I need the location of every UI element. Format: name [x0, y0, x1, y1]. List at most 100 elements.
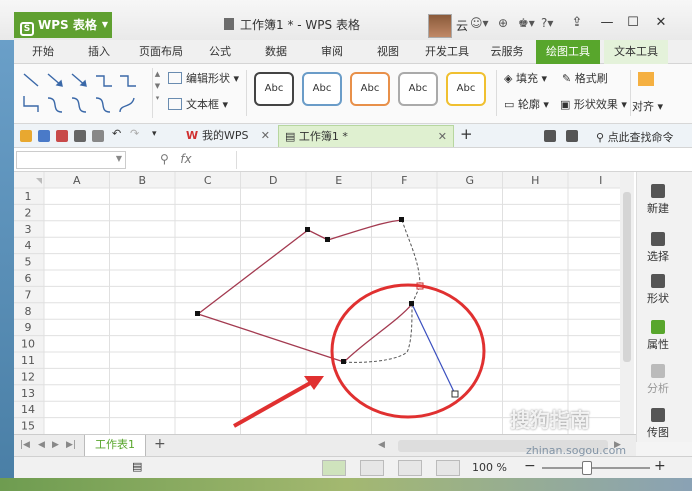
zoom-slider[interactable]	[542, 467, 650, 469]
page-break-view-button[interactable]	[360, 460, 384, 476]
row-header[interactable]: 14	[21, 403, 35, 416]
shape-gallery[interactable]	[20, 68, 152, 118]
undo-icon[interactable]: ↶	[112, 127, 124, 140]
column-header[interactable]: D	[269, 174, 277, 187]
wps-menu-button[interactable]: S WPS 表格 ▼	[14, 12, 112, 38]
vertex-handle[interactable]	[195, 311, 200, 316]
close-button[interactable]: ✕	[650, 13, 672, 33]
shape-style-5[interactable]: Abc	[446, 72, 486, 106]
row-header[interactable]: 5	[25, 256, 32, 269]
first-sheet-icon[interactable]: |◀	[20, 440, 30, 450]
freeform-shape[interactable]	[195, 217, 459, 398]
vertex-handle[interactable]	[305, 227, 310, 232]
text-box-button[interactable]: 文本框 ▾	[168, 96, 228, 112]
tab-my-wps[interactable]: W 我的WPS ✕	[180, 125, 276, 147]
side-upload-image-button[interactable]: 传图	[641, 408, 675, 440]
tab-workbook[interactable]: ▤ 工作簿1 * ✕	[278, 125, 454, 147]
tab-text-tools[interactable]: 文本工具	[604, 40, 668, 64]
row-header[interactable]: 8	[25, 305, 32, 318]
zoom-out-icon[interactable]: −	[524, 458, 536, 474]
share-icon[interactable]: ⇪	[566, 13, 588, 33]
redo-icon[interactable]: ↷	[130, 127, 142, 140]
reading-view-button[interactable]	[436, 460, 460, 476]
gallery-scroll[interactable]: ▲ ▼ ▾	[152, 68, 162, 118]
status-sheet-icon[interactable]: ▤	[132, 460, 150, 476]
next-sheet-icon[interactable]: ▶	[52, 440, 59, 450]
shape-style-3[interactable]: Abc	[350, 72, 390, 106]
zoom-slider-thumb[interactable]	[582, 461, 592, 475]
spreadsheet-grid[interactable]: ABCDEFGHI 1 2 3 4 5 6 7 8 9 10 11 12 13 14 15	[14, 172, 636, 434]
row-header[interactable]: 9	[25, 321, 32, 334]
column-header[interactable]: E	[335, 174, 342, 187]
add-sheet-icon[interactable]: +	[154, 436, 166, 452]
vertex-handle[interactable]	[341, 359, 346, 364]
column-header[interactable]: H	[531, 174, 539, 187]
column-header[interactable]: B	[138, 174, 146, 187]
bezier-control-handle[interactable]	[451, 390, 459, 398]
tab-view[interactable]: 视图	[366, 40, 410, 64]
row-header[interactable]: 11	[21, 354, 35, 367]
outline-button[interactable]: ▭ 轮廓 ▾	[504, 96, 549, 112]
tab-review[interactable]: 审阅	[310, 40, 354, 64]
close-icon[interactable]: ✕	[261, 125, 270, 147]
tab-insert[interactable]: 插入	[76, 40, 122, 64]
tab-page-layout[interactable]: 页面布局	[128, 40, 194, 64]
name-box[interactable]: ▼	[16, 151, 126, 169]
feedback-icon[interactable]: ⊕	[498, 16, 508, 30]
last-sheet-icon[interactable]: ▶|	[66, 440, 76, 450]
row-header[interactable]: 2	[25, 206, 32, 219]
tab-drawing-tools[interactable]: 绘图工具	[536, 40, 600, 64]
vertex-handle[interactable]	[399, 217, 404, 222]
zoom-in-icon[interactable]: +	[654, 458, 666, 474]
format-brush-button[interactable]: ✎ 格式刷	[562, 70, 608, 86]
row-header[interactable]: 12	[21, 370, 35, 383]
print-icon[interactable]	[74, 130, 86, 142]
column-header[interactable]: F	[401, 174, 407, 187]
row-header[interactable]: 13	[21, 387, 35, 400]
customize-toolbar-icon[interactable]: ▾	[152, 129, 164, 141]
row-header[interactable]: 15	[21, 420, 35, 433]
open-folder-icon[interactable]	[20, 130, 32, 142]
tab-home[interactable]: 开始	[20, 40, 66, 64]
side-shape-button[interactable]: 形状	[641, 274, 675, 306]
doc-icon[interactable]	[544, 130, 556, 142]
side-select-button[interactable]: 选择	[641, 232, 675, 264]
scroll-left-icon[interactable]: ◀	[378, 440, 385, 450]
row-header[interactable]: 7	[25, 288, 32, 301]
help-icon[interactable]: ?▾	[541, 16, 553, 30]
fx-button[interactable]: fx	[180, 152, 191, 166]
shirt-icon[interactable]: ♚▾	[518, 16, 535, 30]
sheet-tab[interactable]: 工作表1	[84, 435, 146, 457]
fill-button[interactable]: ◈ 填充 ▾	[504, 70, 547, 86]
export-pdf-icon[interactable]	[56, 130, 68, 142]
side-analysis-button[interactable]: 分析	[641, 364, 675, 396]
shape-style-4[interactable]: Abc	[398, 72, 438, 106]
row-header[interactable]: 1	[25, 190, 32, 203]
print-preview-icon[interactable]	[92, 130, 104, 142]
command-search[interactable]: ⚲ 点此查找命令	[596, 129, 674, 145]
vertical-scrollbar[interactable]	[620, 172, 634, 434]
tab-formula[interactable]: 公式	[198, 40, 242, 64]
tab-developer[interactable]: 开发工具	[416, 40, 478, 64]
avatar[interactable]	[428, 14, 452, 38]
column-header[interactable]: A	[73, 174, 81, 187]
column-header[interactable]: C	[204, 174, 212, 187]
share-doc-icon[interactable]	[566, 130, 578, 142]
save-icon[interactable]	[38, 130, 50, 142]
column-header[interactable]: I	[599, 174, 602, 187]
vertex-handle[interactable]	[409, 301, 414, 306]
side-properties-button[interactable]: 属性	[641, 320, 675, 352]
prev-sheet-icon[interactable]: ◀	[38, 440, 45, 450]
zoom-level[interactable]: 100 %	[472, 461, 507, 474]
shape-style-1[interactable]: Abc	[254, 72, 294, 106]
vertex-handle[interactable]	[325, 237, 330, 242]
normal-view-button[interactable]	[322, 460, 346, 476]
user-name[interactable]: 云	[456, 17, 468, 34]
row-header[interactable]: 4	[25, 239, 32, 252]
row-header[interactable]: 3	[25, 223, 32, 236]
column-header[interactable]: G	[465, 174, 474, 187]
skin-icon[interactable]: ☺▾	[470, 16, 489, 30]
row-header[interactable]: 10	[21, 338, 35, 351]
minimize-button[interactable]: —	[596, 13, 618, 33]
page-layout-view-button[interactable]	[398, 460, 422, 476]
